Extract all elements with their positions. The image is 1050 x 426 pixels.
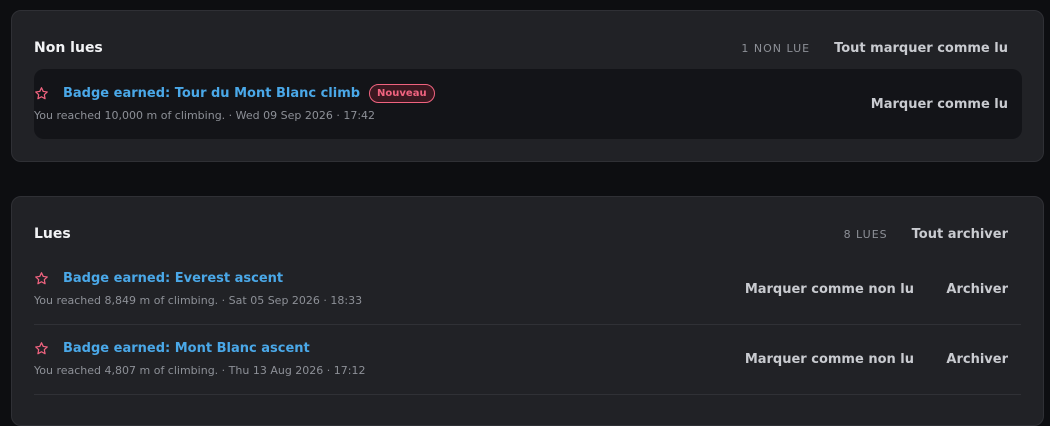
star-outline-icon — [34, 271, 56, 286]
read-count: 8 LUES — [843, 227, 888, 241]
read-card-header: Lues 8 LUES Tout archiver — [34, 226, 1008, 242]
read-section-title: Lues — [34, 226, 71, 242]
notification-title-link[interactable]: Badge earned: Mont Blanc ascent — [63, 341, 310, 356]
archive-all-button[interactable]: Tout archiver — [912, 227, 1008, 242]
unread-item-title-row: Badge earned: Tour du Mont Blanc climb N… — [34, 84, 435, 103]
new-badge: Nouveau — [369, 84, 435, 103]
notification-title-link[interactable]: Badge earned: Everest ascent — [63, 271, 283, 286]
row-divider — [34, 394, 1021, 395]
archive-button[interactable]: Archiver — [946, 352, 1008, 367]
read-notifications-card: Lues 8 LUES Tout archiver — [11, 196, 1044, 426]
unread-count: 1 NON LUE — [741, 41, 811, 55]
star-outline-icon — [34, 86, 56, 101]
archive-button[interactable]: Archiver — [946, 282, 1008, 297]
read-item-title-row: Badge earned: Mont Blanc ascent — [34, 341, 310, 356]
row-divider — [34, 324, 1021, 325]
notification-meta: You reached 10,000 m of climbing. · Wed … — [34, 109, 376, 122]
unread-header-actions: 1 NON LUE Tout marquer comme lu — [741, 41, 1008, 56]
mark-unread-button[interactable]: Marquer comme non lu — [745, 352, 914, 367]
read-header-actions: 8 LUES Tout archiver — [844, 227, 1008, 242]
unread-section-title: Non lues — [34, 40, 103, 56]
unread-card-header: Non lues 1 NON LUE Tout marquer comme lu — [34, 40, 1008, 56]
notification-meta: You reached 4,807 m of climbing. · Thu 1… — [34, 364, 366, 377]
star-outline-icon — [34, 341, 56, 356]
read-item-title-row: Badge earned: Everest ascent — [34, 271, 283, 286]
mark-unread-button[interactable]: Marquer comme non lu — [745, 282, 914, 297]
notification-meta: You reached 8,849 m of climbing. · Sat 0… — [34, 294, 363, 307]
mark-read-button[interactable]: Marquer comme lu — [871, 97, 1008, 112]
mark-all-read-button[interactable]: Tout marquer comme lu — [834, 41, 1008, 56]
notification-title-link[interactable]: Badge earned: Tour du Mont Blanc climb — [63, 86, 360, 101]
